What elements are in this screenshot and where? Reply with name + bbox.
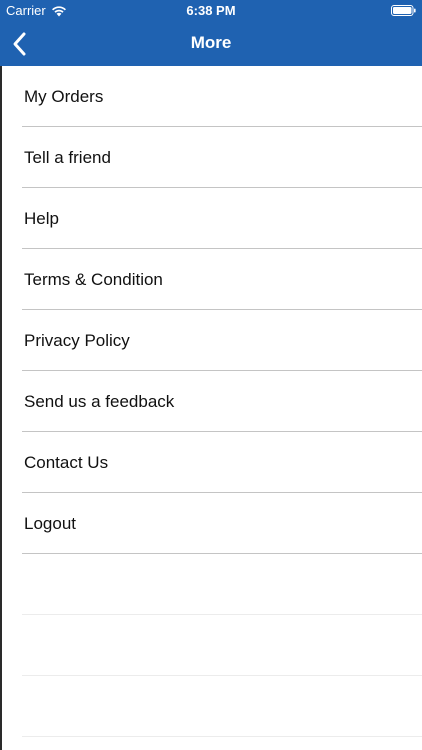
page-title: More	[190, 33, 232, 52]
menu-item-help[interactable]: Help	[2, 188, 422, 249]
battery-icon	[391, 5, 416, 16]
menu-item-label: Send us a feedback	[24, 392, 175, 411]
menu-item-privacy-policy[interactable]: Privacy Policy	[2, 310, 422, 371]
menu-item-label: Help	[24, 209, 59, 228]
menu-item-contact-us[interactable]: Contact Us	[2, 432, 422, 493]
more-menu-list: My Orders Tell a friend Help Terms & Con…	[2, 66, 422, 750]
status-time: 6:38 PM	[186, 3, 236, 18]
menu-divider	[22, 553, 422, 554]
navigation-bar: More	[0, 22, 422, 66]
menu-item-label: Privacy Policy	[24, 331, 130, 350]
status-bar: Carrier 6:38 PM	[0, 0, 422, 22]
menu-item-logout[interactable]: Logout	[2, 493, 422, 554]
empty-row-divider	[22, 736, 422, 737]
menu-item-send-feedback[interactable]: Send us a feedback	[2, 371, 422, 432]
empty-row-divider	[22, 614, 422, 615]
empty-row-divider	[22, 675, 422, 676]
menu-item-my-orders[interactable]: My Orders	[2, 66, 422, 127]
menu-item-tell-a-friend[interactable]: Tell a friend	[2, 127, 422, 188]
menu-item-label: Logout	[24, 514, 76, 533]
menu-item-terms-condition[interactable]: Terms & Condition	[2, 249, 422, 310]
menu-item-label: Tell a friend	[24, 148, 111, 167]
top-bar: Carrier 6:38 PM More	[0, 0, 422, 66]
menu-item-label: Contact Us	[24, 453, 109, 472]
menu-item-label: Terms & Condition	[24, 270, 163, 289]
menu-item-label: My Orders	[24, 87, 104, 106]
